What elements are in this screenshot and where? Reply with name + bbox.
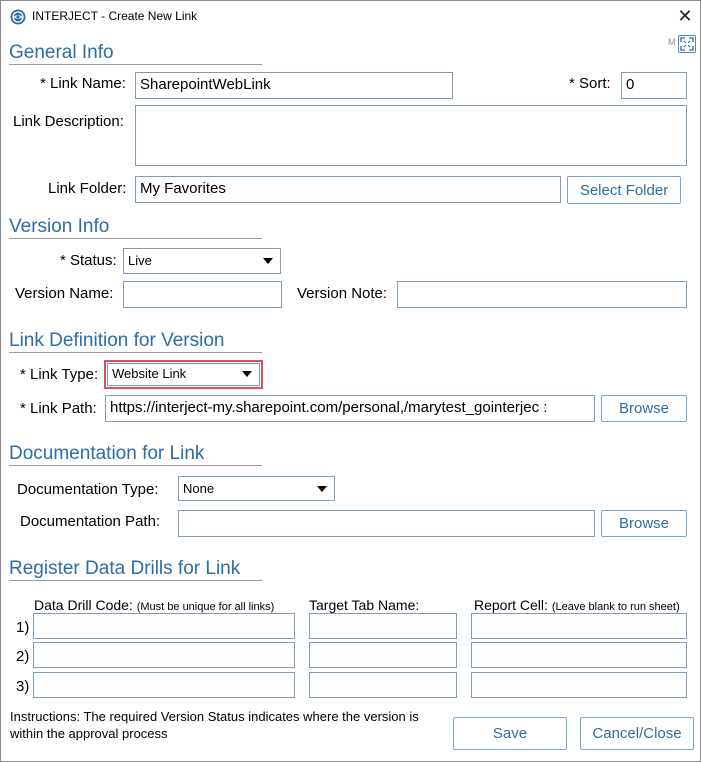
section-title-general-info: General Info [9,42,114,63]
documentation-type-label: Documentation Type: [17,481,159,498]
section-title-link-definition: Link Definition for Version [9,330,225,351]
maximize-control[interactable]: M [668,34,696,54]
chevron-down-icon [263,258,273,264]
sort-label: * Sort: [569,75,611,92]
documentation-browse-button[interactable]: Browse [601,510,687,537]
section-divider [9,580,262,581]
interject-logo-icon [10,9,26,25]
link-path-input[interactable]: https://interject-my.sharepoint.com/pers… [105,395,595,422]
create-link-dialog: INTERJECT - Create New Link ✕ M General … [0,0,701,762]
report-cell-label: Report Cell: [474,597,548,613]
data-drill-code-header: Data Drill Code: (Must be unique for all… [34,597,274,613]
drill-target-input[interactable] [309,613,457,639]
expand-icon[interactable] [677,35,696,53]
drill-target-input[interactable] [309,672,457,698]
section-title-documentation: Documentation for Link [9,443,205,464]
close-icon[interactable]: ✕ [670,1,700,31]
version-name-input[interactable] [123,281,282,308]
drill-report-cell-input[interactable] [471,613,687,639]
link-name-input[interactable]: SharepointWebLink [135,72,453,99]
section-divider [9,465,262,466]
drill-code-input[interactable] [33,613,295,639]
chevron-down-icon [317,486,327,492]
status-label: * Status: [60,252,117,269]
link-type-selected-value: Website Link [112,366,187,381]
section-divider [9,352,262,353]
drill-code-input[interactable] [33,672,295,698]
chevron-down-icon [242,371,252,377]
link-type-dropdown[interactable]: Website Link [107,363,260,386]
drill-target-input[interactable] [309,642,457,668]
link-description-textarea[interactable] [135,105,687,166]
version-note-input[interactable] [397,281,687,308]
documentation-type-selected-value: None [183,481,215,496]
drill-report-cell-input[interactable] [471,672,687,698]
drill-code-input[interactable] [33,642,295,668]
section-title-version-info: Version Info [9,216,110,237]
data-drill-code-label: Data Drill Code: [34,597,133,613]
version-note-label: Version Note: [297,285,388,302]
report-cell-note: (Leave blank to run sheet) [551,601,680,613]
link-type-label: * Link Type: [20,366,99,383]
select-folder-button[interactable]: Select Folder [567,176,681,204]
documentation-path-input[interactable] [178,510,595,537]
link-path-label: * Link Path: [20,400,97,417]
instructions-text: Instructions: The required Version Statu… [10,709,419,741]
cancel-close-button[interactable]: Cancel/Close [580,717,694,750]
version-name-label: Version Name: [15,285,114,302]
link-folder-input[interactable]: My Favorites [135,176,561,203]
sort-input[interactable]: 0 [621,72,687,99]
link-description-label: Link Description: [13,113,124,130]
status-dropdown[interactable]: Live [123,248,281,274]
drill-row-number: 2) [16,648,30,665]
link-folder-label: Link Folder: [48,180,127,197]
section-title-data-drills: Register Data Drills for Link [9,558,241,579]
save-button[interactable]: Save [453,717,567,750]
report-cell-header: Report Cell: (Leave blank to run sheet) [474,597,680,613]
target-tab-name-header: Target Tab Name: [309,597,420,613]
window-title: INTERJECT - Create New Link [32,9,198,23]
drill-report-cell-input[interactable] [471,642,687,668]
maximize-shortcut-letter: M [668,37,676,47]
drill-row-number: 3) [16,678,30,695]
section-divider [9,238,262,239]
link-name-label: * Link Name: [40,75,126,92]
link-path-browse-button[interactable]: Browse [601,395,687,422]
documentation-type-dropdown[interactable]: None [178,476,335,501]
drill-row-number: 1) [16,619,30,636]
data-drill-code-note: (Must be unique for all links) [136,601,275,613]
status-selected-value: Live [128,253,152,268]
section-divider [9,64,262,65]
documentation-path-label: Documentation Path: [20,513,161,530]
title-bar: INTERJECT - Create New Link ✕ [1,1,700,31]
